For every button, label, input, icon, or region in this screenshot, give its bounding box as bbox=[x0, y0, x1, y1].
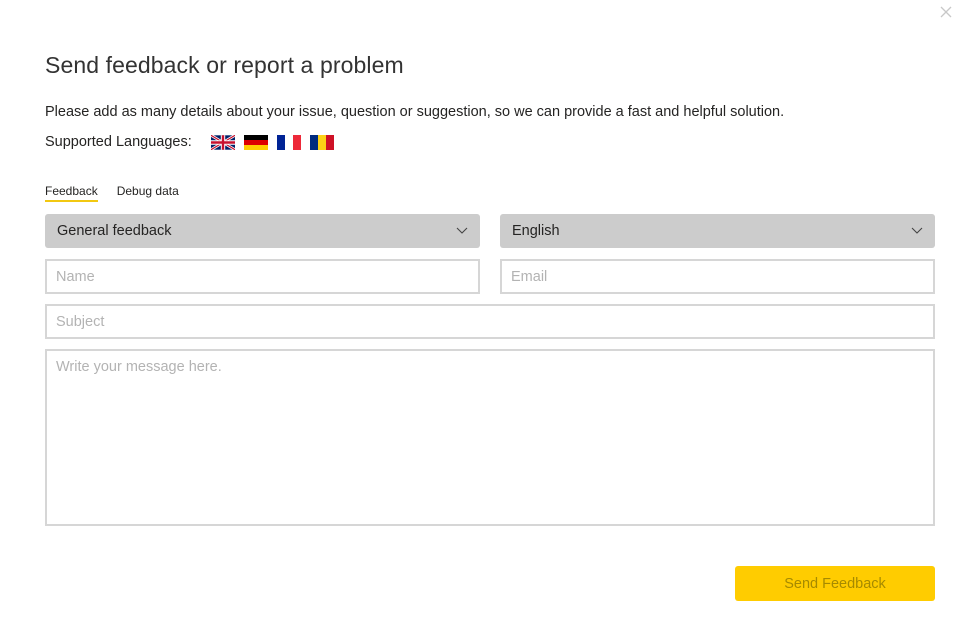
tab-bar: Feedback Debug data bbox=[45, 184, 179, 202]
tab-feedback[interactable]: Feedback bbox=[45, 184, 98, 202]
supported-languages-label: Supported Languages: bbox=[45, 134, 192, 150]
tab-debug-data[interactable]: Debug data bbox=[117, 184, 179, 202]
romania-flag-icon bbox=[309, 134, 334, 150]
supported-languages: Supported Languages: bbox=[45, 134, 334, 150]
email-field[interactable] bbox=[500, 259, 935, 294]
close-icon[interactable] bbox=[938, 4, 954, 20]
language-flags bbox=[210, 134, 334, 150]
message-field[interactable] bbox=[45, 349, 935, 526]
feedback-type-value: General feedback bbox=[57, 223, 172, 239]
dialog-title: Send feedback or report a problem bbox=[45, 52, 404, 78]
germany-flag-icon bbox=[243, 134, 268, 150]
dialog-description: Please add as many details about your is… bbox=[45, 104, 785, 120]
uk-flag-icon bbox=[210, 134, 235, 150]
language-select[interactable]: English bbox=[500, 214, 935, 248]
chevron-down-icon bbox=[911, 227, 923, 234]
language-value: English bbox=[512, 223, 560, 239]
name-field[interactable] bbox=[45, 259, 480, 294]
feedback-type-select[interactable]: General feedback bbox=[45, 214, 480, 248]
send-feedback-button[interactable]: Send Feedback bbox=[735, 566, 935, 601]
france-flag-icon bbox=[276, 134, 301, 150]
chevron-down-icon bbox=[456, 227, 468, 234]
subject-field[interactable] bbox=[45, 304, 935, 339]
